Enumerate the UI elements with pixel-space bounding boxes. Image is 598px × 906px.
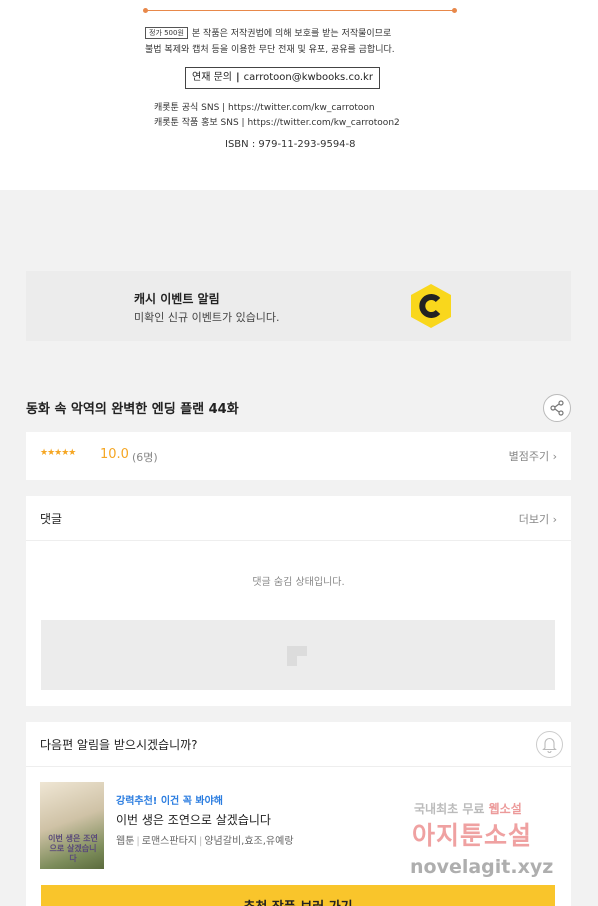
comment-label: 댓글	[40, 512, 63, 526]
meta-genre: 로맨스판타지	[141, 836, 197, 847]
recommendation-tag: 강력추천! 이건 꼭 봐야해	[116, 796, 224, 807]
contact-label: 연재 문의	[192, 72, 232, 83]
cash-event-title: 캐시 이벤트 알림	[134, 292, 220, 306]
rating-card: ★★★★★ 10.0 (6명) 별점주기 ›	[26, 432, 571, 480]
price-tag: 정가 500원	[145, 27, 188, 39]
contact-box: 연재 문의 | carrotoon@kwbooks.co.kr	[185, 67, 380, 89]
recommendation-thumbnail[interactable]: 이번 생은 조연으로 살겠습니다	[40, 782, 104, 869]
episode-title: 동화 속 악역의 완벽한 엔딩 플랜 44화	[26, 402, 239, 417]
cash-event-banner[interactable]: 캐시 이벤트 알림 미확인 신규 이벤트가 있습니다.	[26, 271, 571, 341]
go-to-recommendation-button[interactable]: 추천 작품 보러 가기	[41, 885, 555, 906]
orange-divider	[143, 8, 457, 13]
bell-icon	[542, 737, 557, 753]
alarm-bell-button[interactable]	[536, 731, 563, 758]
contact-separator: |	[235, 72, 240, 83]
sns-official: 캐롯툰 공식 SNS | https://twitter.com/kw_carr…	[154, 103, 375, 113]
comment-card: 댓글 더보기 › 댓글 숨김 상태입니다.	[26, 496, 571, 706]
ad-placeholder-icon	[287, 646, 307, 666]
rating-count: (6명)	[132, 451, 158, 464]
copyright-section: 정가 500원 본 작품은 저작권법에 의해 보호를 받는 저작물이므로 불법 복…	[0, 0, 598, 190]
meta-authors: 양념갈비,효조,유예랑	[204, 836, 294, 847]
isbn: ISBN : 979-11-293-9594-8	[225, 139, 356, 150]
next-episode-alarm-card: 다음편 알림을 받으시겠습니까? 이번 생은 조연으로 살겠습니다 강력추천! …	[26, 722, 571, 906]
cash-event-subtitle: 미확인 신규 이벤트가 있습니다.	[134, 311, 280, 324]
alarm-question: 다음편 알림을 받으시겠습니까?	[40, 738, 198, 752]
thumbnail-title-art: 이번 생은 조연으로 살겠습니다	[48, 834, 98, 863]
alarm-header: 다음편 알림을 받으시겠습니까?	[26, 722, 571, 767]
ad-placeholder	[41, 620, 555, 690]
cash-c-logo-icon	[411, 284, 451, 328]
rate-button[interactable]: 별점주기 ›	[509, 448, 557, 464]
notice-line-1: 본 작품은 저작권법에 의해 보호를 받는 저작물이므로	[191, 29, 392, 39]
copyright-notice: 정가 500원 본 작품은 저작권법에 의해 보호를 받는 저작물이므로 불법 복…	[145, 26, 465, 58]
sns-links: 캐롯툰 공식 SNS | https://twitter.com/kw_carr…	[154, 101, 400, 131]
recommendation-title[interactable]: 이번 생은 조연으로 살겠습니다	[116, 811, 271, 828]
contact-email: carrotoon@kwbooks.co.kr	[243, 72, 373, 83]
share-button[interactable]	[543, 394, 571, 422]
rating-score: 10.0	[100, 447, 129, 462]
sns-promo: 캐롯툰 작품 홍보 SNS | https://twitter.com/kw_c…	[154, 118, 400, 128]
comment-hidden-message: 댓글 숨김 상태입니다.	[252, 577, 345, 588]
share-icon	[550, 400, 564, 416]
rating-stars: ★★★★★	[40, 448, 76, 458]
recommendation-meta: 웹툰 | 로맨스판타지 | 양념갈비,효조,유예랑	[116, 836, 294, 847]
comment-more-link[interactable]: 더보기 ›	[519, 511, 557, 527]
notice-line-2: 불법 복제와 캡처 등을 이용한 무단 전재 및 유포, 공유를 금합니다.	[145, 45, 395, 55]
comment-header: 댓글 더보기 ›	[26, 496, 571, 541]
meta-type: 웹툰	[116, 836, 135, 847]
